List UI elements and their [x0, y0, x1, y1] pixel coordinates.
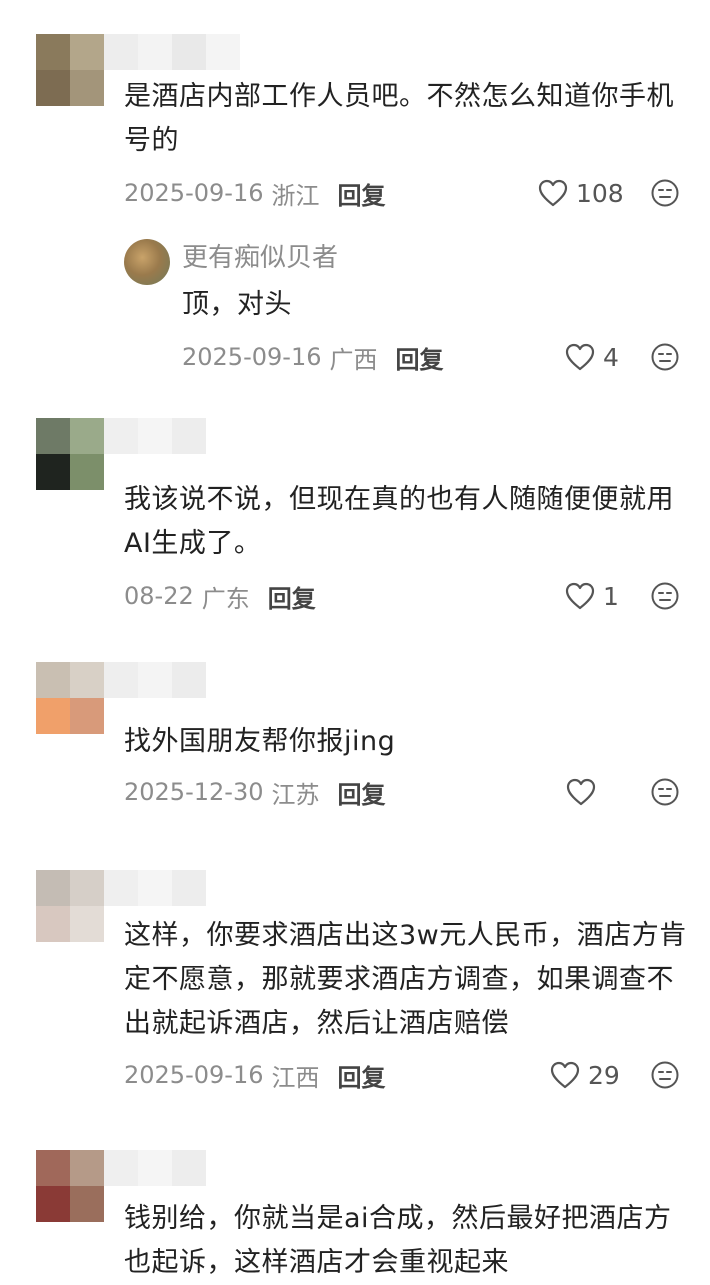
sub-reply-username[interactable]: 更有痴似贝者	[182, 238, 338, 278]
comment-region: 江苏	[271, 780, 320, 809]
like-button[interactable]: 1	[565, 576, 619, 616]
comment-region: 浙江	[271, 181, 320, 210]
avatar[interactable]	[36, 870, 104, 942]
comment-text: 找外国朋友帮你报jing	[124, 726, 396, 757]
like-button[interactable]	[566, 772, 604, 812]
username-blurred[interactable]	[104, 870, 206, 906]
like-count: 29	[588, 1060, 620, 1090]
username-blurred[interactable]	[104, 34, 240, 70]
comment-region: 广东	[201, 584, 250, 613]
sub-reply-avatar[interactable]	[124, 239, 170, 285]
avatar[interactable]	[36, 662, 104, 734]
username-blurred[interactable]	[104, 662, 206, 698]
reply-button[interactable]: 回复	[395, 340, 443, 375]
comment-meta: 08-22 广东 回复	[124, 576, 316, 616]
neutral-face-icon[interactable]	[650, 342, 680, 372]
heart-outline-icon	[538, 179, 568, 207]
comment-date: 2025-09-16	[124, 1061, 264, 1089]
like-button[interactable]: 4	[565, 337, 619, 377]
sub-reply-meta: 2025-09-16 广西 回复	[182, 337, 443, 377]
neutral-face-icon[interactable]	[650, 777, 680, 807]
comment-text: 钱别给，你就当是ai合成，然后最好把酒店方 也起诉，这样酒店才会重视起来	[124, 1203, 672, 1278]
like-count: 108	[576, 178, 624, 208]
comment-date: 08-22	[124, 582, 194, 610]
neutral-face-icon[interactable]	[650, 581, 680, 611]
username-blurred[interactable]	[104, 1150, 206, 1186]
reply-button[interactable]: 回复	[337, 176, 385, 211]
avatar[interactable]	[36, 34, 104, 106]
avatar[interactable]	[36, 1150, 104, 1222]
reply-button[interactable]: 回复	[337, 775, 385, 810]
like-count: 1	[603, 581, 619, 611]
avatar[interactable]	[36, 418, 104, 490]
comment-region: 江西	[271, 1063, 320, 1092]
like-count: 4	[603, 342, 619, 372]
sub-reply-text: 顶，对头	[182, 289, 292, 320]
comment-date: 2025-12-30	[124, 778, 264, 806]
comment-meta: 2025-09-16 江西 回复	[124, 1055, 385, 1095]
comment-meta: 2025-12-30 江苏 回复	[124, 772, 385, 812]
neutral-face-icon[interactable]	[650, 1060, 680, 1090]
comment-meta: 2025-09-16 浙江 回复	[124, 173, 385, 213]
neutral-face-icon[interactable]	[650, 178, 680, 208]
username-blurred[interactable]	[104, 418, 206, 454]
heart-outline-icon	[565, 343, 595, 371]
heart-outline-icon	[565, 582, 595, 610]
like-button[interactable]: 29	[550, 1055, 620, 1095]
reply-button[interactable]: 回复	[268, 579, 316, 614]
comment-text: 这样，你要求酒店出这3w元人民币，酒店方肯 定不愿意，那就要求酒店方调查，如果调…	[124, 920, 687, 1039]
like-button[interactable]: 108	[538, 173, 624, 213]
comment-text: 我该说不说，但现在真的也有人随随便便就用 AI生成了。	[124, 484, 674, 559]
heart-outline-icon	[566, 778, 596, 806]
comment-date: 2025-09-16	[124, 179, 264, 207]
sub-reply-region: 广西	[329, 345, 378, 374]
sub-reply-date: 2025-09-16	[182, 343, 322, 371]
comment-text: 是酒店内部工作人员吧。不然怎么知道你手机 号的	[124, 81, 674, 156]
reply-button[interactable]: 回复	[337, 1058, 385, 1093]
heart-outline-icon	[550, 1061, 580, 1089]
